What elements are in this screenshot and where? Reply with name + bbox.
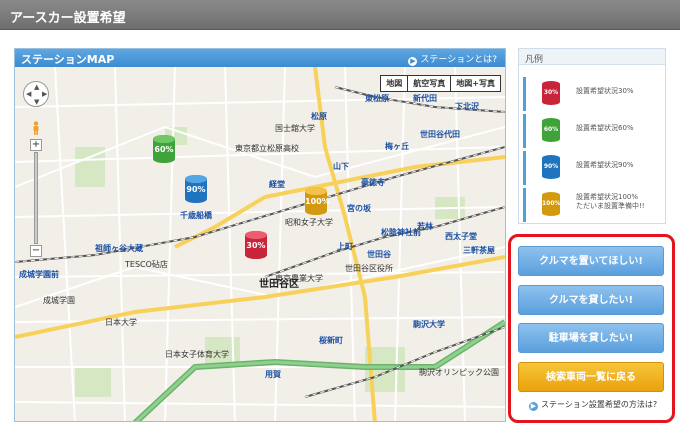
zoom-slider[interactable] [34, 152, 38, 244]
legend-item: 90% 設置希望状況90% [523, 151, 663, 185]
legend-item: 60% 設置希望状況60% [523, 114, 663, 148]
map-label: 駒沢大学 [413, 320, 445, 329]
map-label: 世田谷 [367, 250, 391, 259]
zoom-in-button[interactable]: + [30, 139, 42, 151]
howto-link[interactable]: ▶ ステーション設置希望の方法は? [529, 399, 657, 411]
legend-panel: 凡例 30% 設置希望状況30% 60% 設置希望状況60% 90% 設置希望状… [518, 48, 666, 224]
marker-top [185, 175, 207, 183]
action-button-group: クルマを置いてほしい! クルマを貸したい! 駐車場を貸したい! 検索車両一覧に戻… [508, 234, 675, 423]
legend-marker-value: 30% [543, 89, 559, 96]
map-label: 東京都立松原高校 [235, 144, 299, 153]
station-map-panel: ステーションMAP ▶ ステーションとは? 下北沢 東松原 新代田 梅ヶ丘 世田… [14, 48, 506, 422]
marker-value: 60% [154, 145, 174, 154]
request-car-button[interactable]: クルマを置いてほしい! [518, 246, 664, 276]
map-title: ステーションMAP [21, 53, 115, 66]
station-help-link[interactable]: ▶ ステーションとは? [408, 52, 497, 66]
station-marker[interactable]: 60% [153, 135, 175, 167]
map-label: 祖師ヶ谷大蔵 [95, 244, 143, 253]
map-label: 駒沢オリンピック公園 [419, 368, 499, 377]
map-label: 下北沢 [455, 102, 479, 111]
marker-top [305, 187, 327, 195]
map-label: TESCO砧店 [125, 260, 168, 269]
marker-top [245, 231, 267, 239]
map-label: 経堂 [269, 180, 285, 189]
map-canvas[interactable]: 下北沢 東松原 新代田 梅ヶ丘 世田谷代田 山下 宮の坂 経堂 千歳船橋 上町 … [15, 67, 505, 421]
legend-marker-icon: 100% [542, 192, 561, 216]
legend-marker-icon: 90% [542, 155, 560, 179]
map-label: 新代田 [413, 94, 437, 103]
map-label: 若林 [417, 222, 433, 231]
back-to-vehicle-list-button[interactable]: 検索車両一覧に戻る [518, 362, 664, 392]
marker-top [153, 135, 175, 143]
legend-marker-value: 90% [543, 163, 559, 170]
legend-item-label: 設置希望状況100% ただいま設置準備中!! [576, 193, 645, 211]
legend-item-label: 設置希望状況30% [576, 87, 634, 95]
pan-up-icon[interactable]: ▲ [34, 83, 39, 91]
map-label: 世田谷区役所 [345, 264, 393, 273]
map-label: 成城学園前 [19, 270, 59, 279]
map-label: 松原 [311, 112, 327, 121]
lend-car-button[interactable]: クルマを貸したい! [518, 285, 664, 315]
legend-item-label-line2: ただいま設置準備中!! [576, 202, 645, 210]
station-marker[interactable]: 100% [305, 187, 330, 219]
map-label: 日本女子体育大学 [165, 350, 229, 359]
map-type-hybrid-button[interactable]: 地図+写真 [451, 76, 500, 91]
map-label: 松陰神社前 [381, 228, 421, 237]
station-help-link-label: ステーションとは? [420, 55, 497, 65]
pegman-icon[interactable] [30, 121, 42, 135]
map-label: 宮の坂 [347, 204, 371, 213]
map-type-satellite-button[interactable]: 航空写真 [408, 76, 452, 91]
marker-value: 90% [186, 185, 206, 194]
legend-marker-icon: 60% [542, 118, 560, 142]
legend-marker-icon: 30% [542, 81, 560, 105]
map-header: ステーションMAP ▶ ステーションとは? [15, 49, 505, 67]
map-label: 上町 [337, 242, 353, 251]
legend-marker-value: 60% [543, 126, 559, 133]
map-type-switch: 地図 航空写真 地図+写真 [380, 75, 501, 92]
map-label: 千歳船橋 [180, 211, 212, 220]
map-zoom-controls: ▲ ▼ ◀ ▶ + − [23, 81, 49, 257]
info-icon: ▶ [408, 57, 418, 66]
legend-item: 30% 設置希望状況30% [523, 77, 663, 111]
zoom-out-button[interactable]: − [30, 245, 42, 257]
info-icon: ▶ [529, 402, 538, 411]
station-marker[interactable]: 30% [245, 231, 267, 263]
legend-marker-value: 100% [542, 200, 561, 207]
map-label: 豪徳寺 [361, 178, 385, 187]
legend-item-label: 設置希望状況90% [576, 161, 634, 169]
pan-control[interactable]: ▲ ▼ ◀ ▶ [23, 81, 49, 107]
marker-value: 100% [305, 197, 330, 206]
map-label: 三軒茶屋 [463, 246, 495, 255]
map-label: 山下 [333, 162, 349, 171]
map-label: 西太子堂 [445, 232, 477, 241]
pan-right-icon[interactable]: ▶ [42, 90, 47, 98]
marker-value: 30% [246, 241, 266, 250]
station-marker[interactable]: 90% [185, 175, 207, 207]
legend-title: 凡例 [519, 49, 665, 65]
app-title-bar: アースカー設置希望 [0, 0, 680, 30]
map-label: 桜新町 [319, 336, 343, 345]
map-label: 世田谷代田 [420, 130, 460, 139]
area-label: 世田谷区 [259, 279, 299, 290]
map-label: 梅ヶ丘 [385, 142, 409, 151]
page-title: アースカー設置希望 [10, 11, 126, 26]
pan-left-icon[interactable]: ◀ [26, 90, 31, 98]
map-label: 用賀 [265, 370, 281, 379]
lend-parking-button[interactable]: 駐車場を貸したい! [518, 323, 664, 353]
legend-item: 100% 設置希望状況100% ただいま設置準備中!! [523, 188, 663, 222]
map-label: 成城学園 [43, 296, 75, 305]
howto-link-label: ステーション設置希望の方法は? [541, 400, 658, 409]
legend-item-label-line1: 設置希望状況100% [576, 193, 639, 201]
map-label: 東松原 [365, 94, 389, 103]
legend-item-label: 設置希望状況60% [576, 124, 634, 132]
map-type-map-button[interactable]: 地図 [381, 76, 409, 91]
map-label: 日本大学 [105, 318, 137, 327]
map-label: 国士舘大学 [275, 124, 315, 133]
pan-down-icon[interactable]: ▼ [34, 98, 39, 106]
